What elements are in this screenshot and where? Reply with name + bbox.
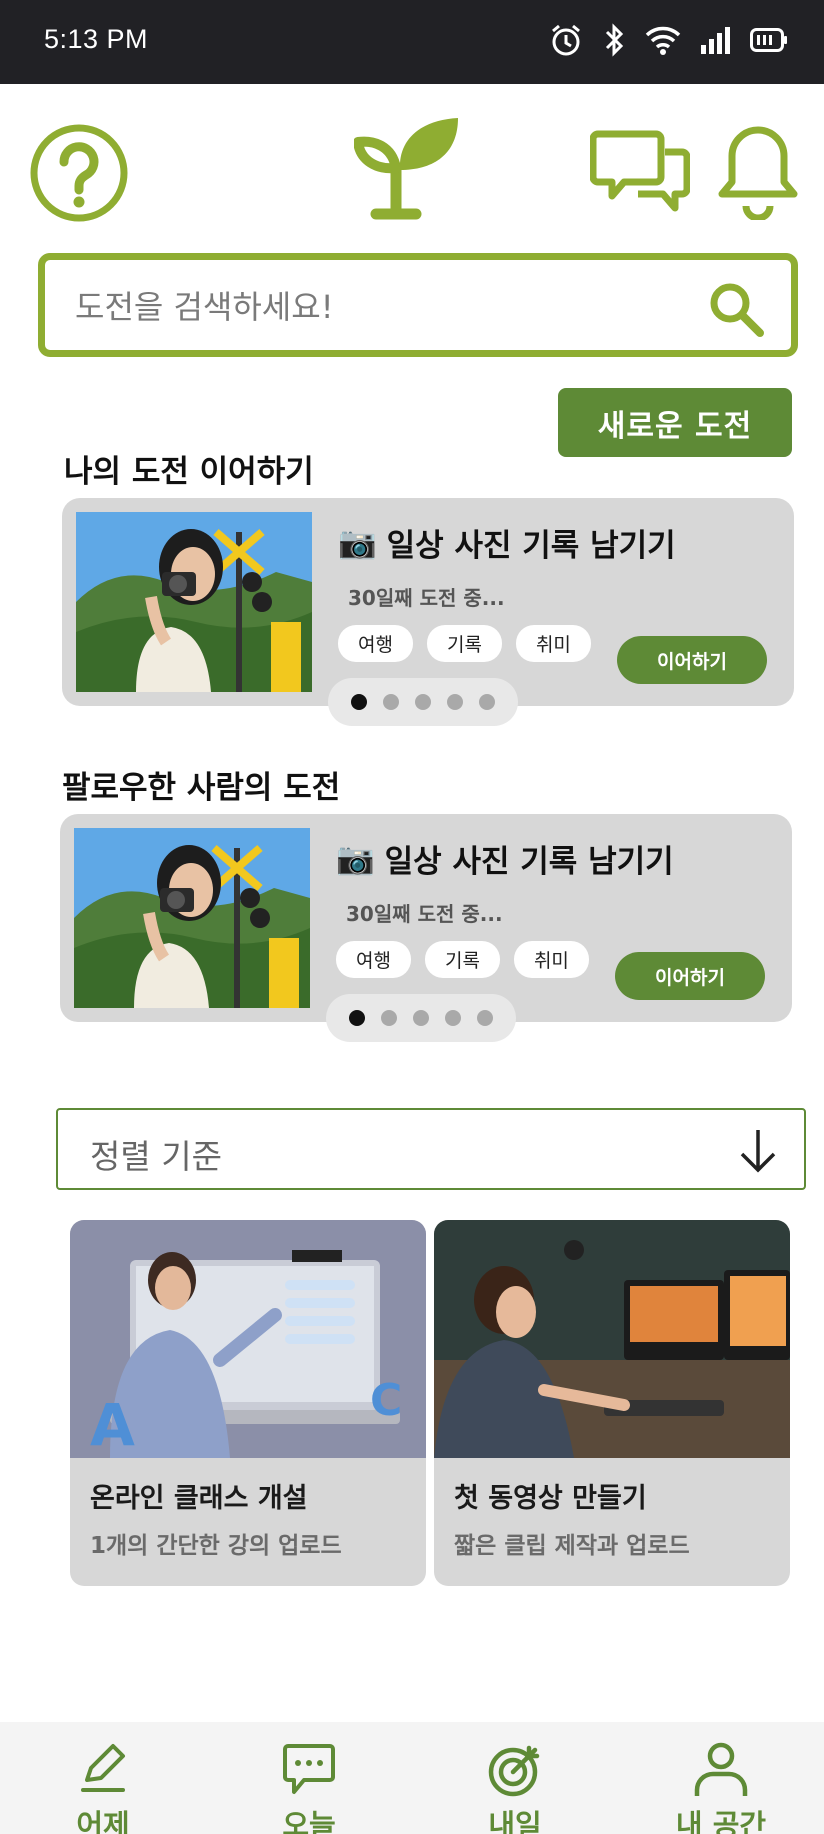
continue-button[interactable]: 이어하기 [615,952,765,1000]
nav-label: 내 공간 [675,1808,767,1834]
following-challenge-card[interactable]: 📷 일상 사진 기록 남기기 30일째 도전 중... 여행 기록 취미 이어하… [60,814,792,1042]
grid-card-title: 온라인 클래스 개설 [90,1483,308,1514]
challenge-progress: 30일째 도전 중... [346,902,503,926]
carousel-dot[interactable] [351,694,367,710]
tag[interactable]: 기록 [426,625,502,662]
grid-card-subtitle: 1개의 간단한 강의 업로드 [90,1533,342,1559]
tag[interactable]: 취미 [513,941,589,978]
sort-label: 정렬 기준 [90,1137,222,1176]
signal-icon [701,27,730,54]
following-challenges-title: 팔로우한 사람의 도전 [62,770,341,806]
target-icon [488,1745,540,1797]
search-input[interactable] [75,282,675,332]
svg-text:C: C [370,1375,402,1426]
nav-item-my-space[interactable]: 내 공간 [618,1722,824,1834]
challenge-photo [74,828,310,1008]
challenge-title-row: 📷 일상 사진 기록 남기기 [336,836,674,881]
grid-card-title: 첫 동영상 만들기 [454,1483,647,1514]
my-challenge-card[interactable]: 📷 일상 사진 기록 남기기 30일째 도전 중... 여행 기록 취미 이어하… [62,498,794,726]
tag-list: 여행 기록 취미 [336,941,589,978]
carousel-dot[interactable] [381,1010,397,1026]
bluetooth-icon [605,23,624,57]
nav-item-yesterday[interactable]: 어제 [0,1722,206,1834]
nav-label: 내일 [488,1808,542,1834]
grid-card-subtitle: 짧은 클립 제작과 업로드 [454,1533,690,1559]
bottom-navigation: 어제 오늘 내일 내 공간 [0,1722,824,1834]
nav-label: 어제 [76,1808,130,1834]
carousel-dot[interactable] [445,1010,461,1026]
challenge-grid-card[interactable]: 첫 동영상 만들기 짧은 클립 제작과 업로드 [434,1220,790,1586]
video-image [434,1220,790,1458]
tag[interactable]: 여행 [338,625,413,662]
carousel-dots [326,994,516,1042]
carousel-dots [328,678,518,726]
chat-bubble-icon [283,1744,335,1794]
challenge-title-row: 📷 일상 사진 기록 남기기 [338,520,676,565]
nav-item-tomorrow[interactable]: 내일 [412,1722,618,1834]
tag-list: 여행 기록 취미 [338,625,591,662]
person-icon [694,1742,748,1796]
help-icon[interactable] [28,122,130,224]
sprout-logo-icon[interactable] [354,114,464,222]
tag[interactable]: 기록 [424,941,500,978]
arrow-down-icon [740,1130,776,1173]
status-bar: 5:13 PM [0,0,824,84]
carousel-dot[interactable] [479,694,495,710]
chat-icon[interactable] [590,128,690,212]
continue-button[interactable]: 이어하기 [617,636,767,684]
wifi-icon [645,26,681,55]
battery-icon [750,28,787,52]
challenge-title: 일상 사진 기록 남기기 [386,528,676,564]
camera-icon: 📷 [338,525,377,561]
alarm-icon [552,24,580,56]
pencil-icon [81,1744,125,1792]
new-challenge-button[interactable]: 새로운 도전 [558,388,792,457]
status-icons [548,22,788,58]
search-bar [38,253,798,357]
challenge-grid-card[interactable]: A C 온라인 클래스 개설 1개의 간단한 강의 업로드 [70,1220,426,1586]
svg-text:A: A [90,1391,135,1458]
carousel-dot[interactable] [383,694,399,710]
carousel-dot[interactable] [415,694,431,710]
search-icon[interactable] [707,280,765,338]
carousel-dot[interactable] [447,694,463,710]
tag[interactable]: 여행 [336,941,411,978]
challenge-photo [76,512,312,692]
camera-icon: 📷 [336,841,375,877]
tag[interactable]: 취미 [515,625,591,662]
challenge-title: 일상 사진 기록 남기기 [384,844,674,880]
carousel-dot[interactable] [413,1010,429,1026]
carousel-dot[interactable] [477,1010,493,1026]
carousel-dot[interactable] [349,1010,365,1026]
sort-dropdown[interactable]: 정렬 기준 [56,1108,806,1190]
status-time: 5:13 PM [44,24,149,54]
nav-label: 오늘 [282,1808,336,1834]
my-challenges-title: 나의 도전 이어하기 [64,454,314,490]
bell-icon[interactable] [716,124,800,220]
nav-item-today[interactable]: 오늘 [206,1722,412,1834]
challenge-progress: 30일째 도전 중... [348,586,505,610]
class-image: A C [70,1220,426,1458]
